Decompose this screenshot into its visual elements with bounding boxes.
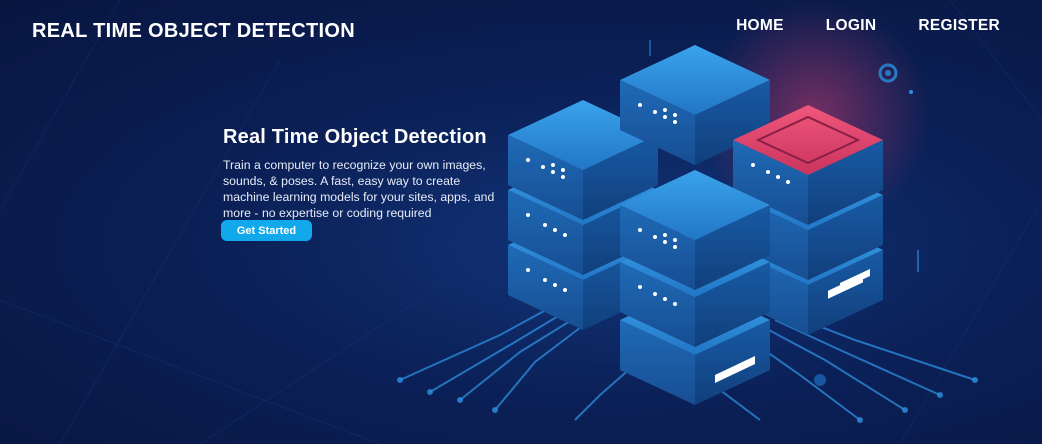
nav-home-link[interactable]: HOME [736,17,784,35]
hero-heading: Real Time Object Detection [223,126,487,148]
hero-description: Train a computer to recognize your own i… [223,158,495,220]
brand-title[interactable]: REAL TIME OBJECT DETECTION [32,20,355,43]
hero-section: Real Time Object Detection Train a compu… [223,126,503,221]
nav-login-link[interactable]: LOGIN [826,17,877,35]
top-navigation: HOME LOGIN REGISTER [736,17,1000,35]
nav-register-link[interactable]: REGISTER [918,17,1000,35]
get-started-button[interactable]: Get Started [221,220,312,241]
server-stack-illustration [397,0,978,423]
